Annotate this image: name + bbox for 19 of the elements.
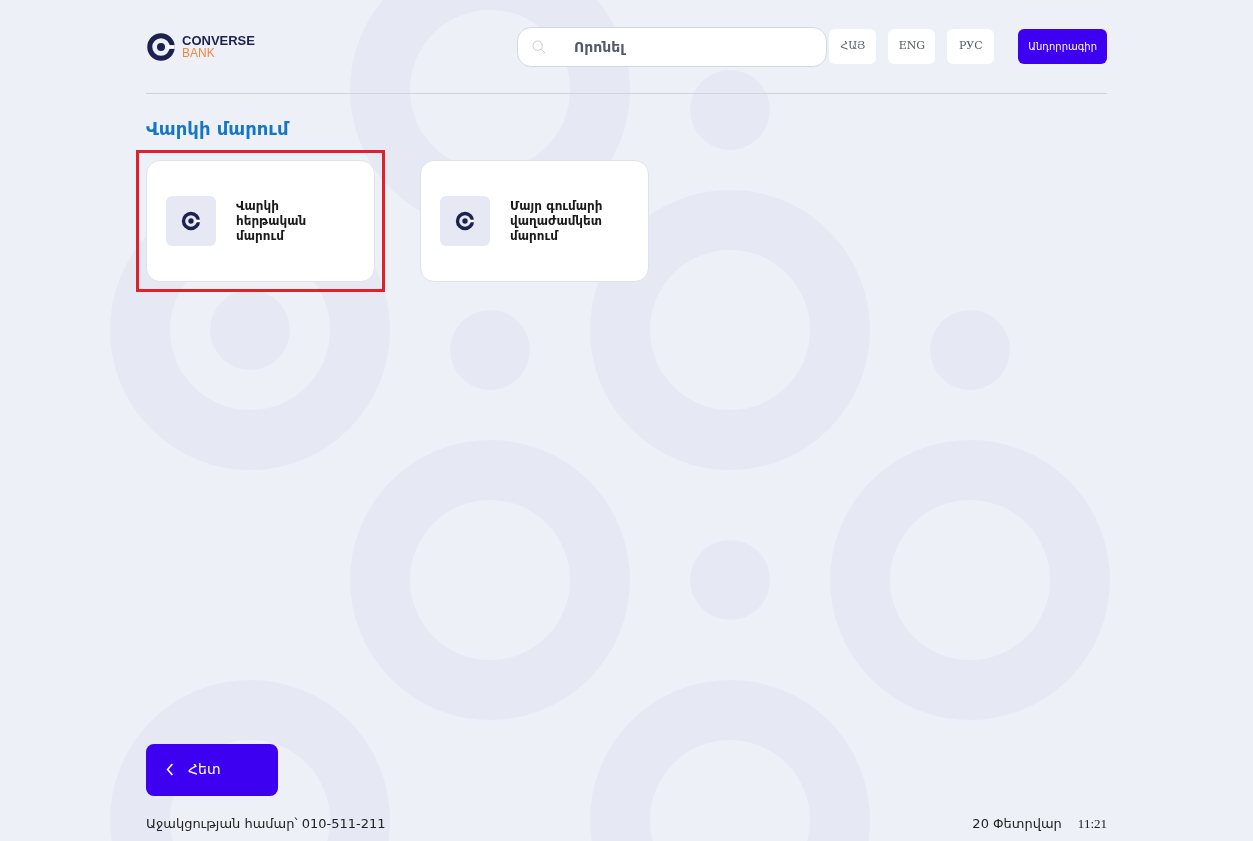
search-field[interactable]: Որոնել (516, 26, 827, 67)
logo-icon (146, 31, 176, 62)
brand-icon (181, 211, 201, 231)
service-card[interactable]: Մայր գումարի վաղաժամկետ մարում (420, 160, 649, 282)
section-title: Վարկի մարում (146, 118, 289, 140)
receipt-button[interactable]: Անդորրագիր (1018, 29, 1107, 64)
search-icon (530, 38, 547, 55)
language-button[interactable]: ՀԱՅ (829, 29, 877, 64)
language-button[interactable]: РУС (947, 29, 995, 64)
logo-name: CONVERSE (182, 34, 255, 47)
language-button[interactable]: ENG (888, 29, 936, 64)
time-text: 11:21 (1077, 814, 1107, 833)
support-phone-text: Աջակցության համար՝ 010-511-211 (146, 814, 386, 833)
service-card[interactable]: Վարկի հերթական մարում (146, 160, 375, 282)
back-button[interactable]: Հետ (146, 743, 278, 796)
date-text: 20 Փետրվար (972, 814, 1062, 833)
chevron-left-icon (166, 763, 174, 776)
logo-subtitle: BANK (182, 46, 216, 59)
brand-icon (455, 211, 475, 231)
